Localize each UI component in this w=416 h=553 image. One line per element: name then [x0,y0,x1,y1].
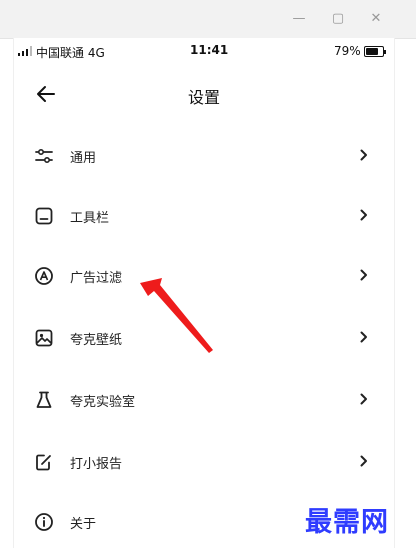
sliders-icon [35,148,53,164]
chevron-right-icon [360,393,367,405]
settings-item-label: 广告过滤 [70,271,123,286]
settings-item-general[interactable]: 通用 [14,126,394,187]
watermark-logo: 最需网 [305,507,389,538]
report-icon [36,454,51,471]
settings-item-label: 夸克实验室 [70,395,136,410]
clock: 11:41 [190,43,229,57]
chevron-right-icon [360,331,367,343]
phone-screen: 中国联通 4G 11:41 79% 设置 通用 工具栏 广告过滤 夸克壁纸 夸克… [13,38,395,548]
chevron-right-icon [360,269,367,281]
toolbar-icon [35,207,53,225]
battery-icon [364,46,386,57]
page-title: 设置 [187,88,220,107]
carrier-label: 中国联通 4G [36,46,105,60]
settings-item-label: 通用 [70,151,97,166]
minimize-button[interactable]: — [288,9,310,29]
settings-item-label: 关于 [70,517,97,532]
info-icon [35,513,53,531]
wallpaper-icon [35,329,53,347]
chevron-right-icon [360,149,367,161]
close-button[interactable]: ✕ [365,9,387,29]
nav-bar: 设置 [14,68,394,122]
battery-percent: 79% [334,44,361,58]
settings-item-ad-filter[interactable]: 广告过滤 [14,246,394,307]
settings-item-wallpaper[interactable]: 夸克壁纸 [14,308,394,369]
window-titlebar: — ▢ ✕ [0,0,416,39]
settings-item-label: 打小报告 [70,457,123,472]
settings-item-toolbar[interactable]: 工具栏 [14,186,394,247]
settings-item-lab[interactable]: 夸克实验室 [14,370,394,431]
chevron-right-icon [360,209,367,221]
flask-icon [36,391,52,408]
chevron-right-icon [360,455,367,467]
maximize-button[interactable]: ▢ [327,9,349,29]
signal-icon [18,46,34,56]
settings-item-label: 夸克壁纸 [70,333,123,348]
status-bar: 中国联通 4G 11:41 79% [14,38,394,66]
settings-item-label: 工具栏 [70,211,110,226]
ad-filter-icon [35,267,53,285]
settings-item-report[interactable]: 打小报告 [14,432,394,493]
